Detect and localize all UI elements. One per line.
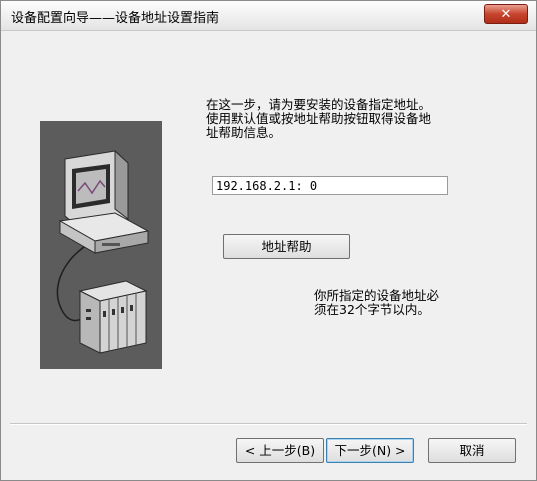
cancel-button[interactable]: 取消 — [428, 438, 516, 463]
address-help-button[interactable]: 地址帮助 — [223, 234, 350, 259]
next-button[interactable]: 下一步(N) > — [326, 438, 414, 463]
close-icon: ✕ — [500, 7, 512, 22]
back-button[interactable]: < 上一步(B) — [236, 438, 324, 463]
instruction-line-2: 使用默认值或按地址帮助按钮取得设备地 — [206, 111, 432, 126]
instruction-text: 在这一步，请为要安装的设备指定地址。 使用默认值或按地址帮助按钮取得设备地 址帮… — [206, 98, 486, 140]
footer-separator — [10, 423, 527, 425]
device-address-input[interactable] — [212, 176, 448, 195]
note-line-2: 须在32个字节以内。 — [314, 302, 430, 317]
instruction-line-3: 址帮助信息。 — [206, 125, 282, 140]
note-line-1: 你所指定的设备地址必 — [314, 288, 440, 303]
wizard-window: 设备配置向导——设备地址设置指南 ✕ 在这一步，请为要安装的设备指定地址。 使用… — [0, 0, 537, 481]
title-bar[interactable]: 设备配置向导——设备地址设置指南 ✕ — [1, 1, 536, 31]
computer-connected-to-device-icon — [40, 121, 162, 369]
window-title: 设备配置向导——设备地址设置指南 — [11, 11, 220, 26]
address-note: 你所指定的设备地址必 须在32个字节以内。 — [314, 289, 484, 317]
instruction-line-1: 在这一步，请为要安装的设备指定地址。 — [206, 97, 432, 112]
close-button[interactable]: ✕ — [484, 4, 528, 24]
